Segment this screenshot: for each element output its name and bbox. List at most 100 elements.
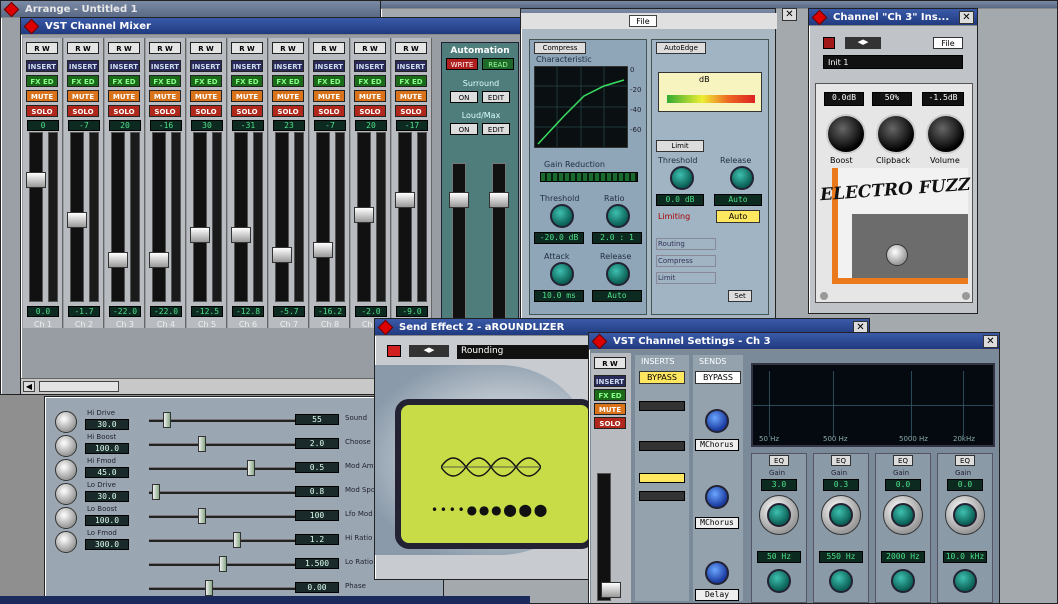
solo-button[interactable]: SOLO (190, 105, 222, 117)
send-target[interactable]: MChorus (695, 517, 739, 529)
roundlizer-power-button[interactable] (387, 345, 401, 357)
solo-button[interactable]: SOLO (108, 105, 140, 117)
send-target[interactable]: MChorus (695, 439, 739, 451)
mute-button[interactable]: MUTE (67, 90, 99, 102)
roundlizer-nav-buttons[interactable]: ◀▶ (409, 345, 449, 357)
channel-name[interactable]: Ch 2 (64, 320, 104, 329)
fx-edit-button[interactable]: FX ED (190, 75, 222, 87)
read-write-toggle[interactable]: R W (190, 42, 222, 54)
channel-fader[interactable] (234, 132, 248, 302)
fader-cap[interactable] (231, 227, 251, 243)
solo-button[interactable]: SOLO (231, 105, 263, 117)
channel-fader[interactable] (152, 132, 166, 302)
eq-gain-knob[interactable] (953, 503, 977, 527)
footswitch[interactable] (886, 244, 908, 266)
routing-item[interactable]: Routing (656, 238, 716, 250)
fx-edit-button[interactable]: FX ED (313, 75, 345, 87)
read-button[interactable]: READ (482, 58, 514, 70)
sends-bypass-button[interactable]: BYPASS (695, 371, 741, 384)
row-knob[interactable] (55, 483, 77, 505)
read-write-toggle[interactable]: R W (313, 42, 345, 54)
limit-release-knob[interactable] (730, 166, 754, 190)
eq-band-toggle[interactable]: EQ (831, 455, 851, 466)
row-slider-thumb[interactable] (219, 556, 227, 572)
fader-cap[interactable] (272, 247, 292, 263)
channel-name[interactable]: Ch 5 (187, 320, 227, 329)
channel-fader[interactable] (316, 132, 330, 302)
insert-button[interactable]: INSERT (272, 60, 304, 72)
channel-fader[interactable] (398, 132, 412, 302)
attack-knob[interactable] (550, 262, 574, 286)
row-slider-track[interactable] (149, 467, 295, 470)
fader-cap[interactable] (26, 172, 46, 188)
ratio-knob[interactable] (606, 204, 630, 228)
limit-auto-button[interactable]: Auto (716, 210, 760, 223)
read-write-toggle[interactable]: R W (272, 42, 304, 54)
row-slider-thumb[interactable] (247, 460, 255, 476)
master-fader-right[interactable] (489, 163, 509, 333)
limit-button[interactable]: Limit (656, 140, 704, 152)
row-slider-track[interactable] (149, 515, 295, 518)
row-knob[interactable] (55, 507, 77, 529)
fader-cap[interactable] (149, 252, 169, 268)
pan-value[interactable]: -16 (150, 120, 182, 131)
routing-item[interactable]: Compress (656, 255, 716, 267)
row-knob[interactable] (55, 459, 77, 481)
channel-fader[interactable] (193, 132, 207, 302)
solo-button[interactable]: SOLO (313, 105, 345, 117)
solo-button[interactable]: SOLO (354, 105, 386, 117)
fader-cap[interactable] (395, 192, 415, 208)
read-write-toggle[interactable]: R W (231, 42, 263, 54)
eq-q-knob[interactable] (829, 569, 853, 593)
fx-edit-button[interactable]: FX ED (67, 75, 99, 87)
dynamics-close-button[interactable]: ✕ (782, 8, 797, 21)
pan-value[interactable]: 20 (109, 120, 141, 131)
solo-button[interactable]: SOLO (272, 105, 304, 117)
fx-edit-button[interactable]: FX ED (26, 75, 58, 87)
fuzz-nav-buttons[interactable]: ◀▶ (845, 37, 881, 49)
eq-gain-knob[interactable] (767, 503, 791, 527)
eq-band-toggle[interactable]: EQ (769, 455, 789, 466)
fader-cap[interactable] (354, 207, 374, 223)
send-knob[interactable] (705, 409, 729, 433)
eq-gain-knob[interactable] (829, 503, 853, 527)
mixer-titlebar[interactable]: VST Channel Mixer (21, 18, 539, 35)
fader-cap[interactable] (190, 227, 210, 243)
mute-button[interactable]: MUTE (190, 90, 222, 102)
settings-insert-button[interactable]: INSERT (594, 375, 626, 387)
eq-q-knob[interactable] (953, 569, 977, 593)
row-slider-track[interactable] (149, 587, 295, 590)
insert-button[interactable]: INSERT (67, 60, 99, 72)
loudmax-edit[interactable]: EDIT (482, 123, 510, 135)
eq-q-knob[interactable] (767, 569, 791, 593)
insert-button[interactable]: INSERT (395, 60, 427, 72)
pan-value[interactable]: -31 (232, 120, 264, 131)
threshold-knob[interactable] (550, 204, 574, 228)
mute-button[interactable]: MUTE (26, 90, 58, 102)
row-slider-thumb[interactable] (198, 508, 206, 524)
fuzz-power-button[interactable] (823, 37, 835, 49)
write-button[interactable]: WRITE (446, 58, 478, 70)
send-knob[interactable] (705, 485, 729, 509)
row-slider-thumb[interactable] (151, 484, 160, 500)
settings-fader[interactable] (597, 473, 621, 601)
pan-value[interactable]: 23 (273, 120, 305, 131)
row-slider-thumb[interactable] (163, 412, 171, 428)
pan-value[interactable]: -7 (314, 120, 346, 131)
insert-button[interactable]: INSERT (149, 60, 181, 72)
fx-edit-button[interactable]: FX ED (395, 75, 427, 87)
mute-button[interactable]: MUTE (272, 90, 304, 102)
insert-button[interactable]: INSERT (231, 60, 263, 72)
pan-value[interactable]: 0 (27, 120, 59, 131)
fx-edit-button[interactable]: FX ED (231, 75, 263, 87)
eq-band-toggle[interactable]: EQ (955, 455, 975, 466)
loudmax-on[interactable]: ON (450, 123, 478, 135)
insert-button[interactable]: INSERT (354, 60, 386, 72)
row-slider-track[interactable] (149, 539, 295, 542)
eq-band-toggle[interactable]: EQ (893, 455, 913, 466)
insert-slot[interactable] (639, 473, 685, 483)
insert-slot[interactable] (639, 401, 685, 411)
settings-read-write[interactable]: R W (594, 357, 626, 369)
channel-name[interactable]: Ch 6 (228, 320, 268, 329)
insert-slot[interactable] (639, 441, 685, 451)
